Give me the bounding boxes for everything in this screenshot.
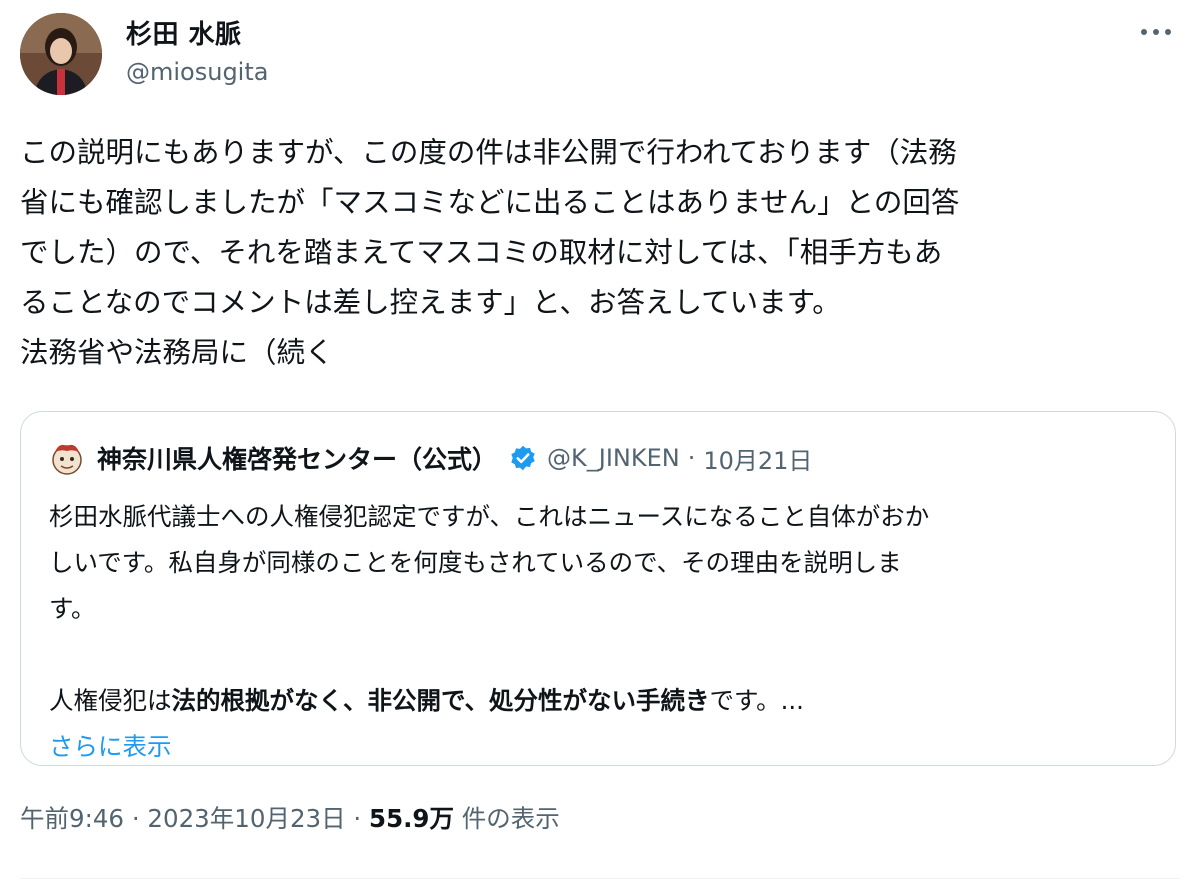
meta-separator: · — [353, 804, 362, 833]
quoted-tweet-text: 杉田水脈代議士への人権侵犯認定ですが、これはニュースになること自体がおか しいで… — [49, 494, 1159, 770]
quoted-text-prefix: 人権侵犯は — [49, 686, 172, 715]
quoted-text-bold: 法的根拠がなく、非公開で、処分性がない手続き — [171, 686, 710, 715]
more-dot-icon — [1165, 29, 1171, 35]
tweet-text-line: でした）ので、それを踏まえてマスコミの取材に対しては、「相手方もあ — [20, 236, 943, 269]
tweet-text-line: ることなのでコメントは差し控えます」と、お答えしています。 — [20, 286, 841, 319]
views-label: 件の表示 — [461, 804, 560, 833]
quoted-tweet-date[interactable]: 10月21日 — [703, 441, 812, 476]
views-count: 55.9万 — [369, 804, 454, 833]
tweet-text: この説明にもありますが、この度の件は非公開で行われております（法務 省にも確認し… — [20, 128, 1180, 378]
tweet: 杉田 水脈 @miosugita この説明にもありますが、この度の件は非公開で行… — [0, 0, 1200, 892]
quoted-text-line: しいです。私自身が同様のことを何度もされているので、その理由を説明しま — [49, 548, 902, 577]
quoted-author-handle[interactable]: @K_JINKEN — [547, 444, 680, 472]
more-dot-icon — [1141, 29, 1147, 35]
quoted-author-name[interactable]: 神奈川県人権啓発センター（公式） — [97, 440, 497, 476]
tweet-date[interactable]: 2023年10月23日 — [147, 804, 345, 833]
quoted-tweet-card[interactable]: 神奈川県人権啓発センター（公式） @K_JINKEN · 10月21日 杉田水脈… — [20, 411, 1176, 766]
verified-badge-icon — [511, 445, 535, 471]
quoted-text-suffix: です。... — [709, 686, 804, 715]
tweet-time[interactable]: 午前9:46 — [20, 804, 124, 833]
more-dot-icon — [1153, 29, 1159, 35]
quoted-text-line: 杉田水脈代議士への人権侵犯認定ですが、これはニュースになること自体がおか — [49, 502, 930, 531]
divider — [20, 878, 1180, 879]
quoted-text-line: す。 — [49, 594, 96, 623]
more-options-button[interactable] — [1136, 14, 1176, 50]
author-handle[interactable]: @miosugita — [126, 58, 268, 86]
tweet-text-line: 法務省や法務局に（続く — [20, 336, 334, 369]
user-avatar-icon — [20, 13, 102, 95]
tweet-text-line: この説明にもありますが、この度の件は非公開で行われております（法務 — [20, 136, 957, 169]
mascot-avatar-icon[interactable] — [49, 440, 85, 476]
quoted-tweet-header: 神奈川県人権啓発センター（公式） @K_JINKEN · 10月21日 — [49, 440, 812, 476]
meta-separator: · — [687, 444, 696, 472]
tweet-meta: 午前9:46 · 2023年10月23日 · 55.9万 件の表示 — [20, 800, 560, 835]
author-name[interactable]: 杉田 水脈 — [126, 14, 242, 51]
show-more-link[interactable]: さらに表示 — [49, 724, 1159, 770]
meta-separator: · — [131, 804, 140, 833]
author-avatar[interactable] — [20, 13, 102, 95]
quoted-text-line: 人権侵犯は法的根拠がなく、非公開で、処分性がない手続きです。... — [49, 678, 1159, 724]
tweet-text-line: 省にも確認しましたが「マスコミなどに出ることはありません」との回答 — [20, 186, 960, 219]
